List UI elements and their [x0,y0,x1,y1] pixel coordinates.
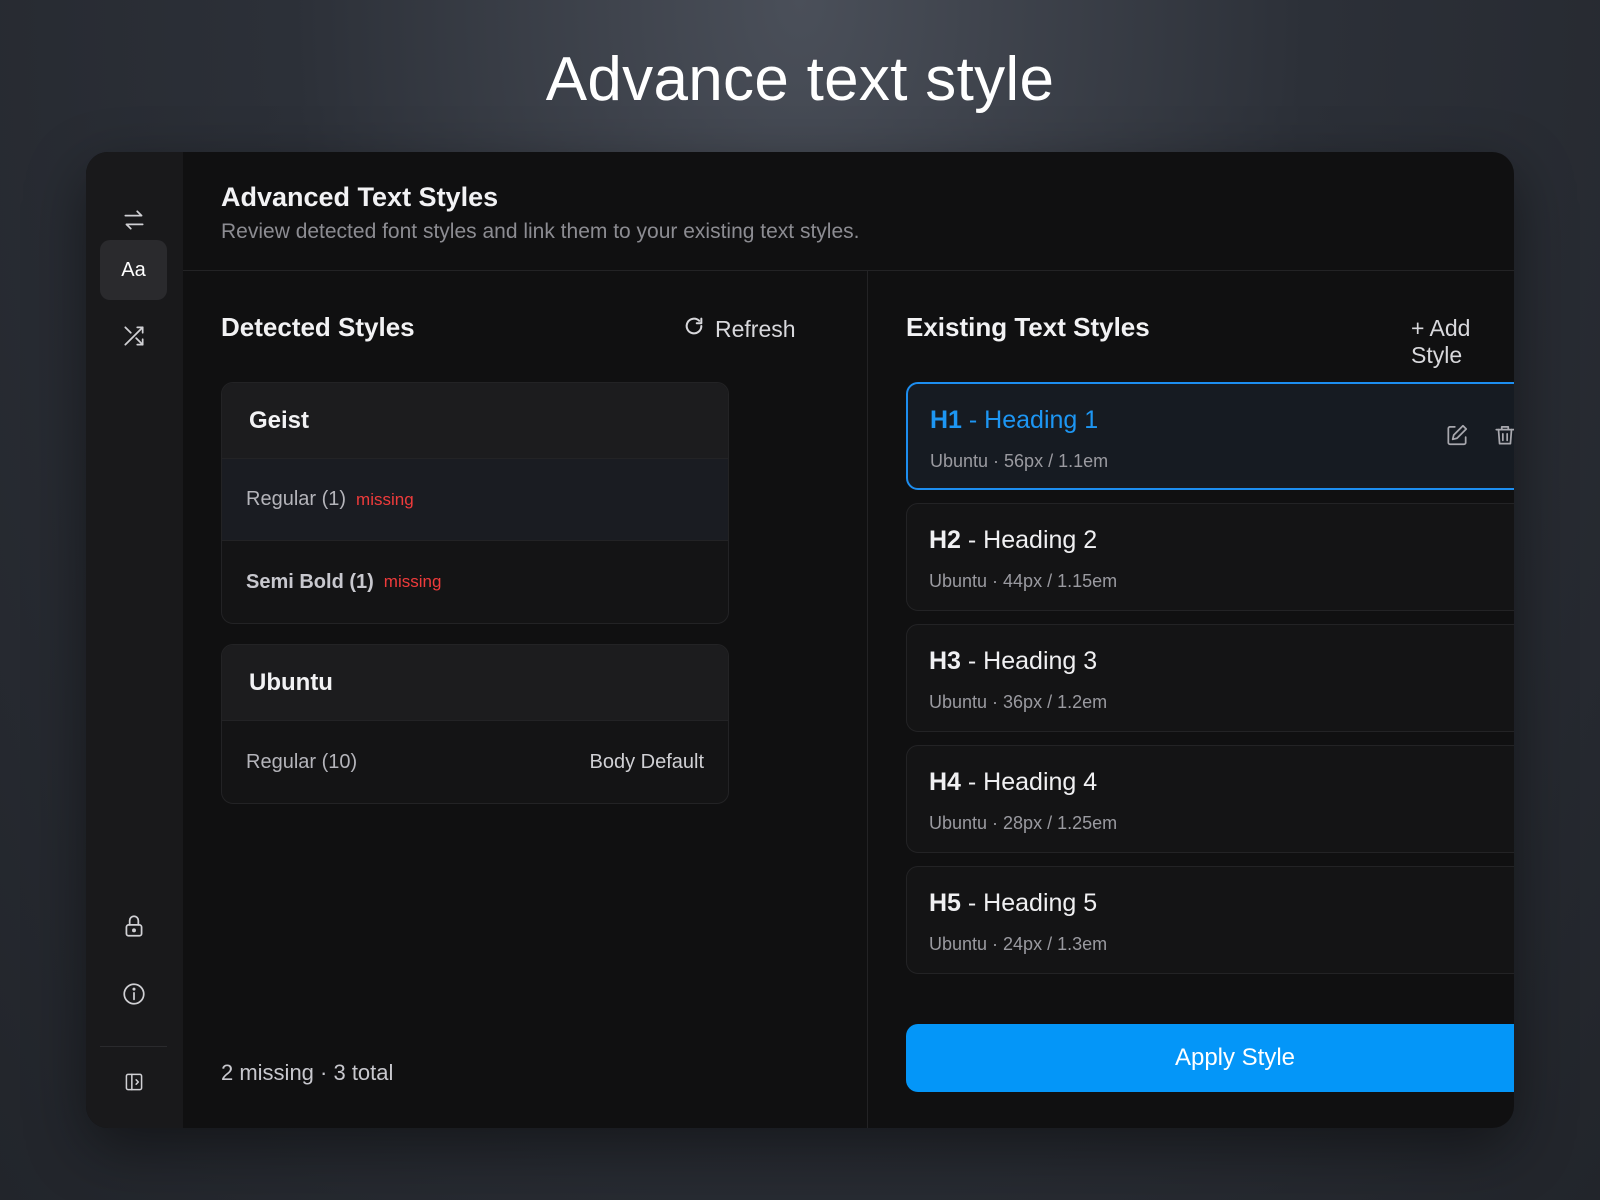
style-name: H5 - Heading 5 [929,889,1514,918]
style-meta: Ubuntu · 24px / 1.3em [929,934,1108,954]
style-card-h1[interactable]: H1 - Heading 1 Ubuntu · 56px / 1.1em [906,382,1514,490]
font-row-geist-regular[interactable]: Regular (1) missing [222,459,728,541]
style-tag: H3 [929,647,961,675]
panel-header: Advanced Text Styles Review detected fon… [183,152,1514,271]
style-label: - Heading 1 [961,406,1099,434]
main-panel: Advanced Text Styles Review detected fon… [183,152,1514,1128]
text-styles-button[interactable]: Aa [100,240,167,300]
sidebar-toggle-button[interactable] [100,1054,167,1114]
style-meta: Ubuntu · 28px / 1.25em [929,813,1118,833]
swap-icon [121,207,147,238]
style-meta: Ubuntu · 44px / 1.15em [929,571,1118,591]
linked-style-label: Body Default [589,750,704,773]
text-styles-icon: Aa [121,258,146,281]
shuffle-icon [121,323,147,354]
side-rail: Aa [86,152,183,1128]
font-family-name: Ubuntu [222,645,728,721]
style-name: H1 - Heading 1 [930,406,1514,435]
style-card-actions [1444,422,1514,448]
font-row-label: Regular (1) [246,488,347,510]
style-label: - Heading 2 [960,526,1098,554]
trash-icon[interactable] [1492,422,1514,448]
apply-style-button[interactable]: Apply Style [906,1024,1514,1092]
missing-badge: missing [383,572,442,591]
style-name: H4 - Heading 4 [929,768,1514,797]
style-label: - Heading 3 [960,647,1098,675]
detected-styles-title: Detected Styles [221,312,415,342]
style-tag: H4 [929,768,961,796]
plugin-window: Aa Advanced Text Styles Review detected … [86,152,1514,1128]
style-card-h2[interactable]: H2 - Heading 2 Ubuntu · 44px / 1.15em [906,503,1514,611]
font-row-label: Semi Bold (1) [246,570,374,593]
edit-icon[interactable] [1444,422,1470,448]
missing-count-summary: 2 missing · 3 total [221,1060,394,1085]
panel-title: Advanced Text Styles [221,182,499,212]
style-label: - Heading 5 [960,889,1098,917]
font-row-ubuntu-regular[interactable]: Regular (10) Body Default [222,721,728,803]
shuffle-button[interactable] [100,308,167,368]
style-card-h5[interactable]: H5 - Heading 5 Ubuntu · 24px / 1.3em [906,866,1514,974]
add-style-button[interactable]: + Add Style [1411,315,1514,369]
info-icon [121,981,147,1012]
font-card-geist: Geist Regular (1) missing Semi Bold (1) … [221,382,729,624]
style-meta: Ubuntu · 56px / 1.1em [930,451,1109,471]
sidebar-toggle-icon [121,1069,147,1100]
style-tag: H5 [929,889,961,917]
refresh-icon [683,315,705,343]
refresh-label: Refresh [715,315,796,342]
style-meta: Ubuntu · 36px / 1.2em [929,692,1108,712]
column-divider [867,271,868,1128]
refresh-button[interactable]: Refresh [683,315,796,343]
font-row-label: Regular (10) [246,750,358,773]
rail-divider [100,1046,167,1047]
style-name: H2 - Heading 2 [929,526,1514,555]
missing-badge: missing [356,489,414,509]
font-row-geist-semibold[interactable]: Semi Bold (1) missing [222,541,728,623]
info-button[interactable] [100,966,167,1026]
existing-styles-title: Existing Text Styles [906,312,1150,342]
style-name: H3 - Heading 3 [929,647,1514,676]
page-headline: Advance text style [545,45,1055,114]
style-tag: H2 [929,526,961,554]
font-family-name: Geist [222,383,728,459]
style-tag: H1 [930,406,962,434]
panel-subtitle: Review detected font styles and link the… [221,220,860,243]
style-card-h3[interactable]: H3 - Heading 3 Ubuntu · 36px / 1.2em [906,624,1514,732]
lock-icon [121,913,147,944]
lock-button[interactable] [100,898,167,958]
style-label: - Heading 4 [960,768,1098,796]
font-card-ubuntu: Ubuntu Regular (10) Body Default [221,644,729,804]
style-card-h4[interactable]: H4 - Heading 4 Ubuntu · 28px / 1.25em [906,745,1514,853]
